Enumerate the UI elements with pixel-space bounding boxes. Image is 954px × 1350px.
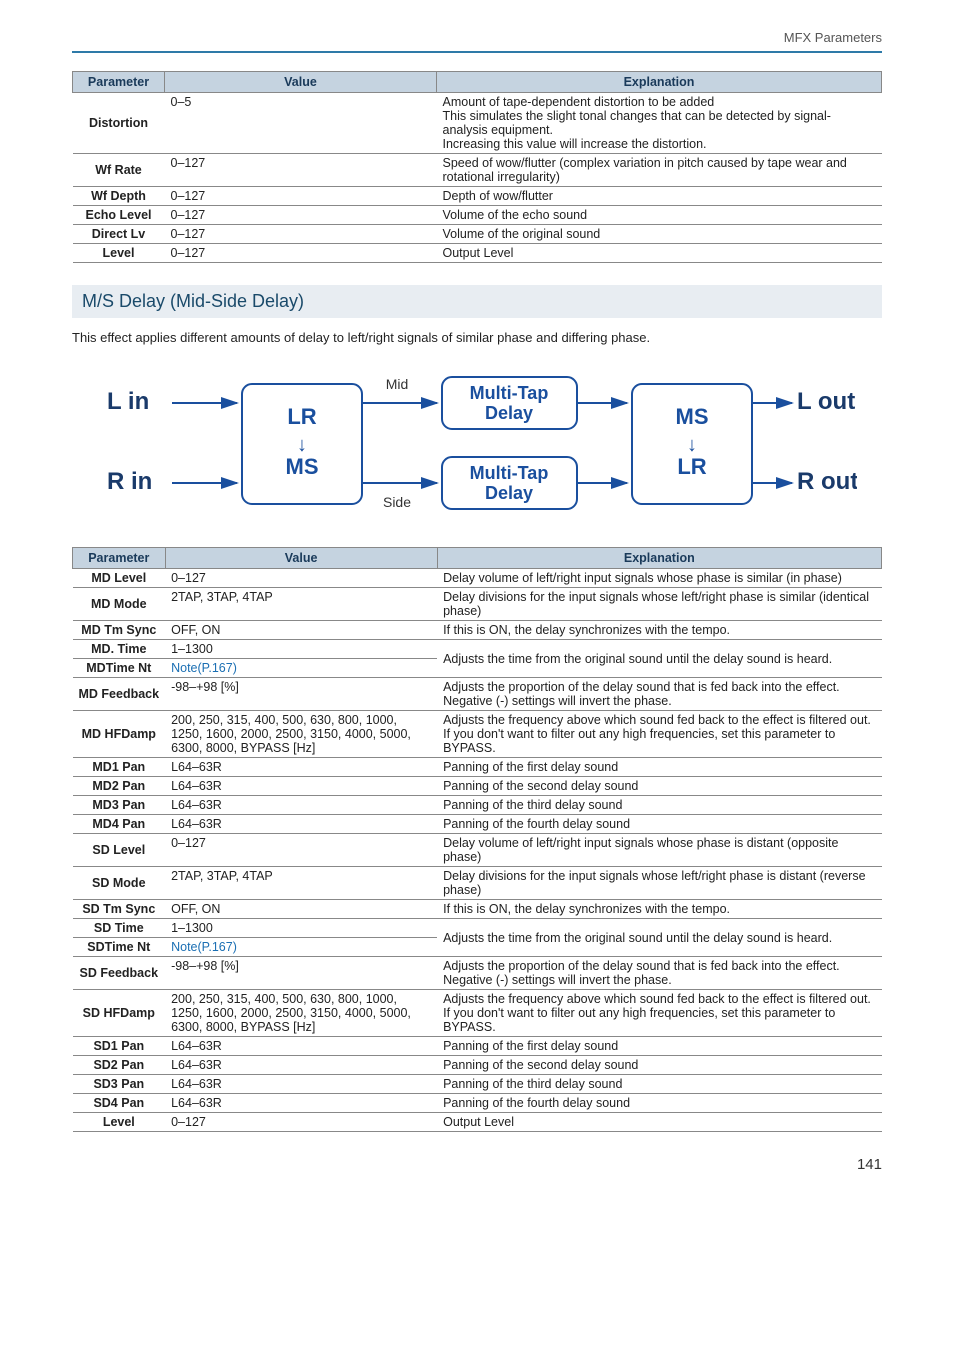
breadcrumb: MFX Parameters — [72, 30, 882, 45]
table-row: Wf Depth0–127Depth of wow/flutter — [73, 187, 882, 206]
signal-flow-diagram: L in R in L out R out LR ↓ MS Mid Side M… — [97, 359, 857, 529]
parameter-table-1: Parameter Value Explanation Distortion0–… — [72, 71, 882, 263]
label-l-out: L out — [797, 388, 855, 415]
svg-text:MS: MS — [286, 454, 319, 479]
col-value: Value — [165, 72, 437, 93]
note-link[interactable]: Note(P.167) — [171, 661, 237, 675]
label-l-in: L in — [107, 388, 149, 415]
label-r-out: R out — [797, 468, 857, 495]
table-row: SD Time1–1300Adjusts the time from the o… — [73, 919, 882, 938]
table-row: MD Tm SyncOFF, ONIf this is ON, the dela… — [73, 621, 882, 640]
section-title: M/S Delay (Mid-Side Delay) — [72, 285, 882, 318]
svg-text:Mid: Mid — [386, 376, 409, 392]
table-row: MD Feedback-98–+98 [%]Adjusts the propor… — [73, 678, 882, 711]
col-value: Value — [165, 548, 437, 569]
table-row: MD. Time1–1300Adjusts the time from the … — [73, 640, 882, 659]
header-rule — [72, 51, 882, 53]
svg-text:Side: Side — [383, 494, 411, 510]
table-row: MD1 PanL64–63RPanning of the first delay… — [73, 758, 882, 777]
svg-text:LR: LR — [677, 454, 706, 479]
table-row: SD Feedback-98–+98 [%]Adjusts the propor… — [73, 957, 882, 990]
svg-text:Multi-Tap: Multi-Tap — [470, 383, 549, 403]
parameter-table-2: Parameter Value Explanation MD Level0–12… — [72, 547, 882, 1132]
svg-text:MS: MS — [676, 404, 709, 429]
table-row: MD2 PanL64–63RPanning of the second dela… — [73, 777, 882, 796]
table-row: SD HFDamp200, 250, 315, 400, 500, 630, 8… — [73, 990, 882, 1037]
table-row: MD Mode2TAP, 3TAP, 4TAPDelay divisions f… — [73, 588, 882, 621]
svg-text:↓: ↓ — [297, 434, 307, 456]
col-parameter: Parameter — [73, 72, 165, 93]
table-row: Level0–127Output Level — [73, 244, 882, 263]
table-row: Direct Lv0–127Volume of the original sou… — [73, 225, 882, 244]
table-row: SD Level0–127Delay volume of left/right … — [73, 834, 882, 867]
table-row: Wf Rate0–127Speed of wow/flutter (comple… — [73, 154, 882, 187]
section-description: This effect applies different amounts of… — [72, 330, 882, 345]
table-row: Echo Level0–127Volume of the echo sound — [73, 206, 882, 225]
table-row: MD HFDamp200, 250, 315, 400, 500, 630, 8… — [73, 711, 882, 758]
table-row: Level0–127Output Level — [73, 1113, 882, 1132]
table-row: SD1 PanL64–63RPanning of the first delay… — [73, 1037, 882, 1056]
table-row: Distortion0–5Amount of tape-dependent di… — [73, 93, 882, 154]
table-row: SD Tm SyncOFF, ONIf this is ON, the dela… — [73, 900, 882, 919]
table-row: MD3 PanL64–63RPanning of the third delay… — [73, 796, 882, 815]
table-row: SD4 PanL64–63RPanning of the fourth dela… — [73, 1094, 882, 1113]
table-row: SD3 PanL64–63RPanning of the third delay… — [73, 1075, 882, 1094]
svg-text:Delay: Delay — [485, 483, 533, 503]
col-parameter: Parameter — [73, 548, 166, 569]
svg-text:Multi-Tap: Multi-Tap — [470, 463, 549, 483]
page-number: 141 — [72, 1156, 882, 1173]
table-row: SD2 PanL64–63RPanning of the second dela… — [73, 1056, 882, 1075]
note-link[interactable]: Note(P.167) — [171, 940, 237, 954]
label-r-in: R in — [107, 468, 152, 495]
table-row: MD Level0–127Delay volume of left/right … — [73, 569, 882, 588]
svg-text:↓: ↓ — [687, 434, 697, 456]
table-row: MD4 PanL64–63RPanning of the fourth dela… — [73, 815, 882, 834]
col-explanation: Explanation — [437, 548, 881, 569]
svg-text:Delay: Delay — [485, 403, 533, 423]
table-row: SD Mode2TAP, 3TAP, 4TAPDelay divisions f… — [73, 867, 882, 900]
col-explanation: Explanation — [437, 72, 882, 93]
svg-text:LR: LR — [287, 404, 316, 429]
